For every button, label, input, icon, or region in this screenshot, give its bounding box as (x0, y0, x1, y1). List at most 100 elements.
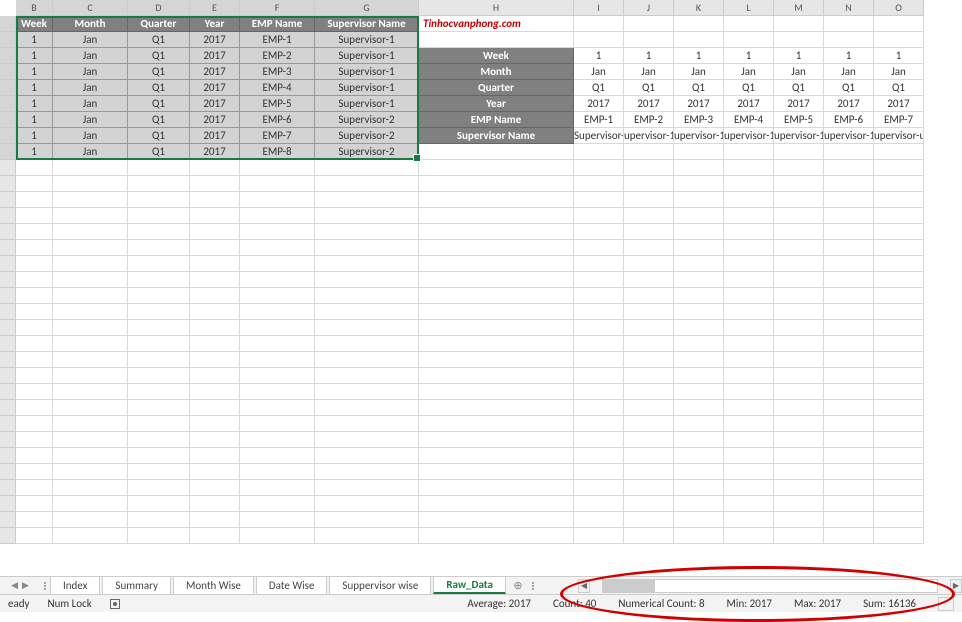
row-header[interactable] (0, 144, 16, 160)
cell[interactable] (624, 448, 674, 464)
side-data[interactable]: 1 (774, 48, 824, 64)
side-data[interactable]: 2017 (874, 96, 924, 112)
cell[interactable] (240, 256, 315, 272)
col-header-C[interactable]: C (53, 0, 128, 16)
cell[interactable] (774, 384, 824, 400)
cell[interactable] (724, 400, 774, 416)
cell[interactable] (419, 448, 574, 464)
cell[interactable] (624, 192, 674, 208)
cell[interactable] (574, 176, 624, 192)
header-week[interactable]: Week (16, 16, 53, 32)
cell[interactable] (190, 256, 240, 272)
cell[interactable] (624, 464, 674, 480)
cell[interactable] (53, 272, 128, 288)
header-month[interactable]: Month (53, 16, 128, 32)
side-data[interactable]: 2017 (774, 96, 824, 112)
cell[interactable] (674, 192, 724, 208)
cell[interactable] (724, 432, 774, 448)
cell[interactable] (674, 336, 724, 352)
tab-prev-icon[interactable]: ◀ (11, 580, 18, 591)
cell[interactable] (53, 416, 128, 432)
cell[interactable] (240, 416, 315, 432)
cell[interactable] (315, 464, 419, 480)
side-data[interactable]: Jan (574, 64, 624, 80)
cell[interactable] (824, 448, 874, 464)
col-header-E[interactable]: E (190, 0, 240, 16)
cell[interactable] (574, 320, 624, 336)
row-header[interactable] (0, 416, 16, 432)
cell[interactable] (874, 16, 924, 32)
side-data[interactable]: 2017 (624, 96, 674, 112)
cell[interactable] (315, 160, 419, 176)
cell[interactable] (574, 16, 624, 32)
cell[interactable] (724, 480, 774, 496)
row-header[interactable] (0, 528, 16, 544)
cell[interactable] (419, 224, 574, 240)
cell[interactable] (16, 272, 53, 288)
cell[interactable] (315, 416, 419, 432)
cell[interactable] (774, 160, 824, 176)
data-emp[interactable]: EMP-8 (240, 144, 315, 160)
header-empname[interactable]: EMP Name (240, 16, 315, 32)
data-sup[interactable]: Supervisor-1 (315, 80, 419, 96)
cell[interactable] (874, 512, 924, 528)
cell[interactable] (128, 496, 190, 512)
cell[interactable] (874, 256, 924, 272)
cell[interactable] (419, 208, 574, 224)
spreadsheet-grid[interactable]: B C D E F G H I J K L M N O WeekMonthQua… (0, 0, 962, 578)
cell[interactable] (419, 176, 574, 192)
data-month[interactable]: Jan (53, 64, 128, 80)
side-data[interactable]: EMP-6 (824, 112, 874, 128)
data-year[interactable]: 2017 (190, 80, 240, 96)
cell[interactable] (624, 144, 674, 160)
col-header-K[interactable]: K (674, 0, 724, 16)
side-data[interactable]: 1 (624, 48, 674, 64)
cell[interactable] (53, 240, 128, 256)
cell[interactable] (574, 352, 624, 368)
cell[interactable] (419, 400, 574, 416)
cell[interactable] (874, 192, 924, 208)
sheet-tab-index[interactable]: Index (50, 577, 100, 594)
cell[interactable] (190, 160, 240, 176)
cell[interactable] (824, 288, 874, 304)
tab-nav-arrows[interactable]: ◀ ▶ (0, 577, 40, 594)
cell[interactable] (624, 512, 674, 528)
side-data[interactable]: Q1 (624, 80, 674, 96)
cell[interactable] (574, 272, 624, 288)
col-header-L[interactable]: L (724, 0, 774, 16)
cell[interactable] (674, 176, 724, 192)
cell[interactable] (240, 384, 315, 400)
cell[interactable] (674, 240, 724, 256)
cell[interactable] (240, 368, 315, 384)
cell[interactable] (315, 320, 419, 336)
cell[interactable] (190, 320, 240, 336)
cell[interactable] (874, 528, 924, 544)
cell[interactable] (774, 400, 824, 416)
macro-record-icon[interactable] (110, 599, 120, 609)
cell[interactable] (624, 416, 674, 432)
cell[interactable] (774, 464, 824, 480)
side-data[interactable]: Jan (624, 64, 674, 80)
cell[interactable] (874, 336, 924, 352)
cell[interactable] (874, 400, 924, 416)
cell[interactable] (574, 528, 624, 544)
data-quarter[interactable]: Q1 (128, 128, 190, 144)
cell[interactable] (674, 512, 724, 528)
side-data[interactable]: Q1 (724, 80, 774, 96)
cell[interactable] (774, 272, 824, 288)
cell[interactable] (53, 224, 128, 240)
cell[interactable] (128, 432, 190, 448)
cell[interactable] (190, 512, 240, 528)
cell[interactable] (574, 368, 624, 384)
cell[interactable] (16, 288, 53, 304)
cell[interactable] (824, 240, 874, 256)
cell[interactable] (128, 240, 190, 256)
data-sup[interactable]: Supervisor-1 (315, 48, 419, 64)
side-data[interactable]: 2017 (724, 96, 774, 112)
data-sup[interactable]: Supervisor-1 (315, 96, 419, 112)
cell[interactable] (774, 448, 824, 464)
cell[interactable] (674, 416, 724, 432)
data-quarter[interactable]: Q1 (128, 112, 190, 128)
cell[interactable] (240, 352, 315, 368)
cell[interactable] (724, 288, 774, 304)
